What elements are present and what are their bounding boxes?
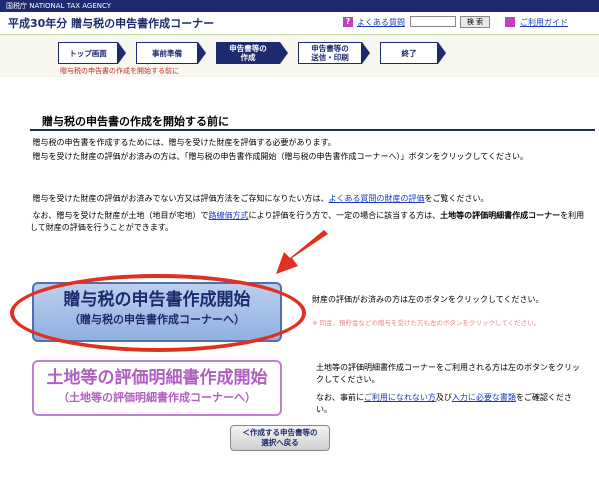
- step-top: トップ画面: [58, 42, 118, 64]
- back-to-selection-button[interactable]: ＜作成する申告書等の 選択へ戻る: [230, 425, 330, 451]
- agency-bar: 国税庁 NATIONAL TAX AGENCY: [0, 0, 599, 12]
- start-land-valuation-button[interactable]: 土地等の評価明細書作成開始 （土地等の評価明細書作成コーナーへ）: [32, 360, 282, 416]
- section-title: 贈与税の申告書の作成を開始する前に: [42, 115, 229, 128]
- step-arrow-icon: [198, 42, 206, 64]
- search-button[interactable]: 検 索: [460, 16, 490, 28]
- step-send: 申告書等の 送信・印刷: [298, 42, 362, 64]
- page-title: 平成30年分 贈与税の申告書作成コーナー: [8, 17, 215, 30]
- step-note: 贈与税の申告書の作成を開始する前に: [60, 67, 179, 75]
- required-docs-link[interactable]: 入力に必要な書類: [452, 393, 516, 402]
- step-end: 終了: [380, 42, 438, 64]
- step-arrow-icon: [118, 42, 126, 64]
- agency-label: 国税庁 NATIONAL TAX AGENCY: [6, 2, 112, 10]
- faq-link[interactable]: よくある質問: [357, 17, 405, 28]
- header: 平成30年分 贈与税の申告書作成コーナー ? よくある質問 検 索 ご利用ガイド: [0, 12, 599, 35]
- start-description: 財産の評価がお済みの方は左のボタンをクリックしてください。: [312, 295, 544, 304]
- step-arrow-icon: [438, 42, 446, 64]
- faint-note: ※ 同金、預貯金などの贈与を受けた方も左のボタンをクリックしてください。: [312, 319, 541, 327]
- step-prep: 事前準備: [136, 42, 198, 64]
- highlight-ellipse: [10, 274, 306, 352]
- help-icon[interactable]: ?: [343, 17, 353, 27]
- guide-link[interactable]: ご利用ガイド: [520, 17, 568, 28]
- step-arrow-icon: [362, 42, 370, 64]
- intro-text-1: 贈与税の申告書を作成するためには、贈与を受けた財産を評価する必要があります。: [32, 138, 336, 147]
- intro-text-2: 贈与を受けた財産の評価がお済みの方は、「贈与税の申告書作成開始（贈与税の申告書作…: [32, 152, 529, 161]
- rosenka-link[interactable]: 路線価方式: [209, 211, 249, 220]
- step-create: 申告書等の 作成: [216, 42, 280, 64]
- intro-text-3: 贈与を受けた財産の評価がお済みでない方又は評価方法をご存知になりたい方は、よくあ…: [32, 194, 489, 203]
- page: 国税庁 NATIONAL TAX AGENCY 平成30年分 贈与税の申告書作成…: [0, 0, 599, 492]
- prereq-note: なお、事前にご利用になれない方及び入力に必要な書類をご確認ください。: [316, 393, 572, 414]
- section-divider: [30, 129, 595, 131]
- red-arrow-icon: [276, 230, 328, 274]
- step-bar: トップ画面 事前準備 申告書等の 作成 申告書等の 送信・印刷 終了 贈与税の申…: [0, 35, 599, 77]
- search-input[interactable]: [410, 16, 456, 27]
- guide-icon[interactable]: [505, 17, 515, 27]
- faq-valuation-link[interactable]: よくある質問の財産の評価: [329, 194, 425, 203]
- land-description: 土地等の評価明細書作成コーナーをご利用される方は左のボタンをクリックしてください…: [316, 363, 580, 384]
- step-arrow-icon: [280, 42, 288, 64]
- unavailable-users-link[interactable]: ご利用になれない方: [364, 393, 436, 402]
